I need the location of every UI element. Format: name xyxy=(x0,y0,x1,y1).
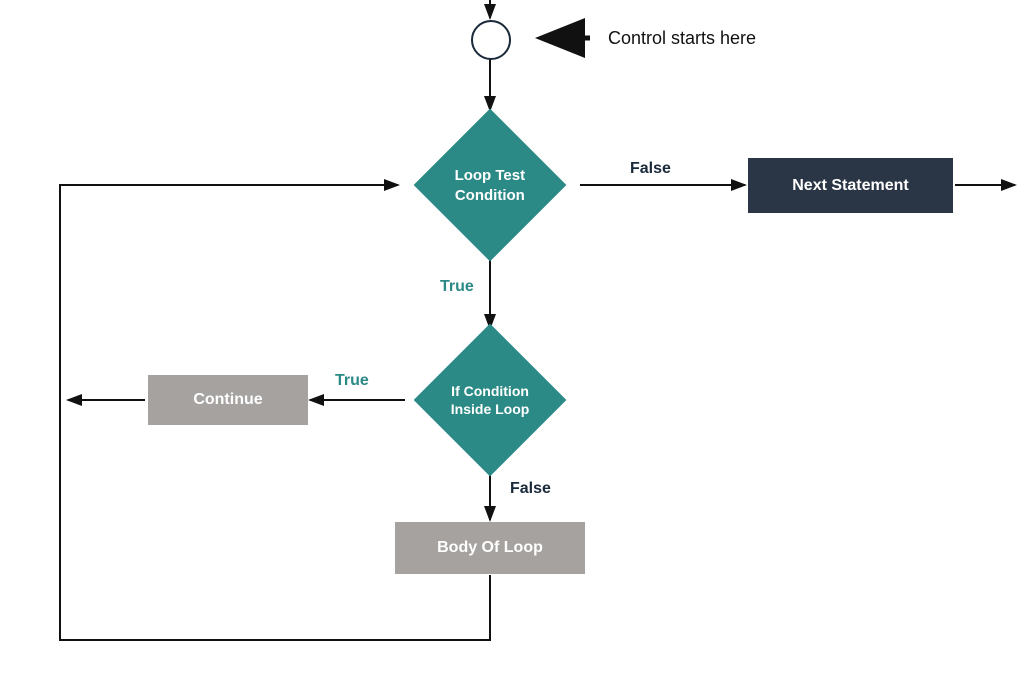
node-continue-label: Continue xyxy=(193,391,262,409)
decision-if-inside-loop: If Condition Inside Loop xyxy=(414,324,567,477)
decision-loop-test: Loop Test Condition xyxy=(414,109,567,262)
node-body-of-loop: Body Of Loop xyxy=(395,522,585,574)
edge-label-loop-false: False xyxy=(630,160,671,178)
edge-label-if-true: True xyxy=(335,372,369,390)
start-node-icon xyxy=(471,20,511,60)
edge-label-if-false: False xyxy=(510,480,551,498)
node-next-statement-label: Next Statement xyxy=(792,177,908,195)
decision-loop-test-label: Loop Test Condition xyxy=(455,165,526,204)
caption-control-starts: Control starts here xyxy=(608,28,756,49)
node-continue: Continue xyxy=(148,375,308,425)
flowchart-arrows xyxy=(0,0,1024,683)
node-next-statement: Next Statement xyxy=(748,158,953,213)
node-body-of-loop-label: Body Of Loop xyxy=(437,539,543,557)
decision-if-inside-loop-label: If Condition Inside Loop xyxy=(451,382,530,418)
edge-label-loop-true: True xyxy=(440,278,474,296)
